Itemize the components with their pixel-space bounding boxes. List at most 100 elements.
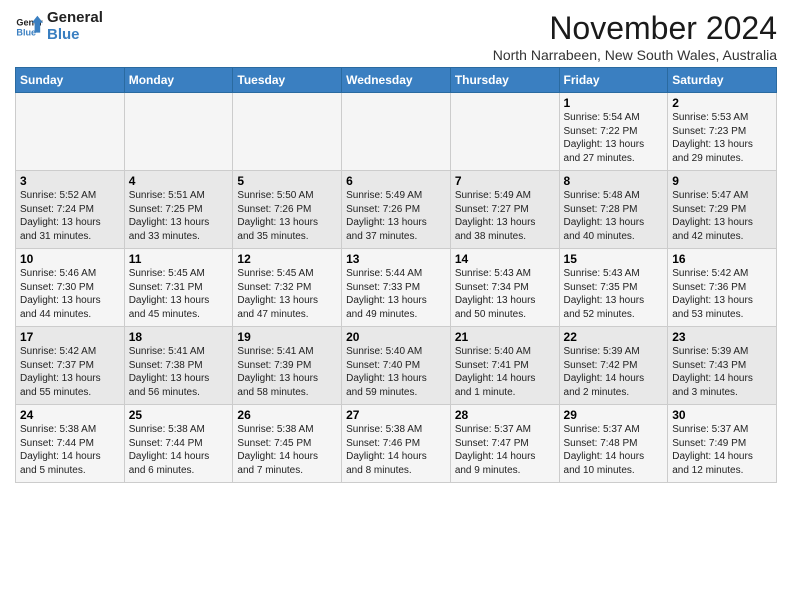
day-number: 30 [672,408,772,422]
week-row-3: 10 Sunrise: 5:46 AM Sunset: 7:30 PM Dayli… [16,249,777,327]
svg-text:Blue: Blue [16,27,36,37]
day-cell-18: 18 Sunrise: 5:41 AM Sunset: 7:38 PM Dayli… [124,327,233,405]
empty-cell [124,93,233,171]
day-number: 16 [672,252,772,266]
empty-cell [16,93,125,171]
day-cell-27: 27Sunrise: 5:38 AM Sunset: 7:46 PM Dayli… [342,405,451,483]
day-number: 29 [564,408,664,422]
day-info: Sunrise: 5:37 AM Sunset: 7:47 PM Dayligh… [455,424,536,476]
week-row-1: 1 Sunrise: 5:54 AM Sunset: 7:22 PM Daylig… [16,93,777,171]
empty-cell [450,93,559,171]
day-cell-11: 11Sunrise: 5:45 AM Sunset: 7:31 PM Dayli… [124,249,233,327]
logo: General Blue General Blue [15,10,103,43]
day-info: Sunrise: 5:52 AM Sunset: 7:24 PM Dayligh… [20,190,101,242]
day-info: Sunrise: 5:51 AM Sunset: 7:25 PM Dayligh… [129,190,210,242]
day-info: Sunrise: 5:44 AM Sunset: 7:33 PM Dayligh… [346,268,427,320]
day-cell-4: 4Sunrise: 5:51 AM Sunset: 7:25 PM Daylig… [124,171,233,249]
day-info: Sunrise: 5:41 AM Sunset: 7:39 PM Dayligh… [237,346,318,398]
calendar-table: SundayMondayTuesdayWednesdayThursdayFrid… [15,67,777,483]
day-number: 8 [564,174,664,188]
day-number: 18 [129,330,229,344]
day-cell-29: 29 Sunrise: 5:37 AM Sunset: 7:48 PM Dayli… [559,405,668,483]
day-cell-23: 23Sunrise: 5:39 AM Sunset: 7:43 PM Dayli… [668,327,777,405]
day-cell-25: 25 Sunrise: 5:38 AM Sunset: 7:44 PM Dayli… [124,405,233,483]
location-title: North Narrabeen, New South Wales, Austra… [493,47,777,63]
day-info: Sunrise: 5:37 AM Sunset: 7:49 PM Dayligh… [672,424,753,476]
day-number: 19 [237,330,337,344]
day-number: 11 [129,252,229,266]
day-number: 20 [346,330,446,344]
empty-cell [342,93,451,171]
day-number: 6 [346,174,446,188]
day-cell-28: 28 Sunrise: 5:37 AM Sunset: 7:47 PM Dayli… [450,405,559,483]
day-info: Sunrise: 5:47 AM Sunset: 7:29 PM Dayligh… [672,190,753,242]
day-number: 2 [672,96,772,110]
week-row-2: 3 Sunrise: 5:52 AM Sunset: 7:24 PM Daylig… [16,171,777,249]
day-number: 13 [346,252,446,266]
weekday-header-wednesday: Wednesday [342,68,451,93]
week-row-4: 17Sunrise: 5:42 AM Sunset: 7:37 PM Dayli… [16,327,777,405]
day-info: Sunrise: 5:49 AM Sunset: 7:27 PM Dayligh… [455,190,536,242]
day-info: Sunrise: 5:40 AM Sunset: 7:40 PM Dayligh… [346,346,427,398]
logo-general: General [47,10,103,27]
day-cell-17: 17Sunrise: 5:42 AM Sunset: 7:37 PM Dayli… [16,327,125,405]
day-number: 7 [455,174,555,188]
day-info: Sunrise: 5:41 AM Sunset: 7:38 PM Dayligh… [129,346,210,398]
day-info: Sunrise: 5:54 AM Sunset: 7:22 PM Dayligh… [564,112,645,164]
day-cell-12: 12 Sunrise: 5:45 AM Sunset: 7:32 PM Dayli… [233,249,342,327]
day-cell-2: 2 Sunrise: 5:53 AM Sunset: 7:23 PM Daylig… [668,93,777,171]
day-number: 22 [564,330,664,344]
title-area: November 2024 North Narrabeen, New South… [493,10,777,63]
day-info: Sunrise: 5:39 AM Sunset: 7:42 PM Dayligh… [564,346,645,398]
day-info: Sunrise: 5:38 AM Sunset: 7:44 PM Dayligh… [129,424,210,476]
day-cell-30: 30 Sunrise: 5:37 AM Sunset: 7:49 PM Dayli… [668,405,777,483]
logo-icon: General Blue [15,13,43,41]
weekday-header-tuesday: Tuesday [233,68,342,93]
day-cell-15: 15 Sunrise: 5:43 AM Sunset: 7:35 PM Dayli… [559,249,668,327]
day-cell-9: 9 Sunrise: 5:47 AM Sunset: 7:29 PM Daylig… [668,171,777,249]
day-info: Sunrise: 5:46 AM Sunset: 7:30 PM Dayligh… [20,268,101,320]
day-number: 28 [455,408,555,422]
day-cell-1: 1 Sunrise: 5:54 AM Sunset: 7:22 PM Daylig… [559,93,668,171]
day-cell-10: 10 Sunrise: 5:46 AM Sunset: 7:30 PM Dayli… [16,249,125,327]
day-info: Sunrise: 5:48 AM Sunset: 7:28 PM Dayligh… [564,190,645,242]
day-info: Sunrise: 5:43 AM Sunset: 7:35 PM Dayligh… [564,268,645,320]
day-info: Sunrise: 5:43 AM Sunset: 7:34 PM Dayligh… [455,268,536,320]
day-info: Sunrise: 5:45 AM Sunset: 7:32 PM Dayligh… [237,268,318,320]
day-number: 3 [20,174,120,188]
weekday-header-monday: Monday [124,68,233,93]
day-number: 17 [20,330,120,344]
day-number: 9 [672,174,772,188]
day-cell-19: 19 Sunrise: 5:41 AM Sunset: 7:39 PM Dayli… [233,327,342,405]
weekday-header-sunday: Sunday [16,68,125,93]
day-cell-7: 7 Sunrise: 5:49 AM Sunset: 7:27 PM Daylig… [450,171,559,249]
day-info: Sunrise: 5:49 AM Sunset: 7:26 PM Dayligh… [346,190,427,242]
day-number: 15 [564,252,664,266]
day-info: Sunrise: 5:40 AM Sunset: 7:41 PM Dayligh… [455,346,536,398]
day-number: 12 [237,252,337,266]
day-info: Sunrise: 5:38 AM Sunset: 7:44 PM Dayligh… [20,424,101,476]
day-info: Sunrise: 5:42 AM Sunset: 7:36 PM Dayligh… [672,268,753,320]
day-info: Sunrise: 5:50 AM Sunset: 7:26 PM Dayligh… [237,190,318,242]
day-cell-5: 5Sunrise: 5:50 AM Sunset: 7:26 PM Daylig… [233,171,342,249]
day-cell-24: 24Sunrise: 5:38 AM Sunset: 7:44 PM Dayli… [16,405,125,483]
day-cell-8: 8 Sunrise: 5:48 AM Sunset: 7:28 PM Daylig… [559,171,668,249]
day-number: 10 [20,252,120,266]
day-info: Sunrise: 5:37 AM Sunset: 7:48 PM Dayligh… [564,424,645,476]
day-info: Sunrise: 5:53 AM Sunset: 7:23 PM Dayligh… [672,112,753,164]
day-cell-6: 6 Sunrise: 5:49 AM Sunset: 7:26 PM Daylig… [342,171,451,249]
day-info: Sunrise: 5:39 AM Sunset: 7:43 PM Dayligh… [672,346,753,398]
weekday-header-thursday: Thursday [450,68,559,93]
day-number: 25 [129,408,229,422]
day-cell-21: 21Sunrise: 5:40 AM Sunset: 7:41 PM Dayli… [450,327,559,405]
day-number: 26 [237,408,337,422]
day-info: Sunrise: 5:38 AM Sunset: 7:45 PM Dayligh… [237,424,318,476]
logo-blue: Blue [47,27,103,44]
week-row-5: 24Sunrise: 5:38 AM Sunset: 7:44 PM Dayli… [16,405,777,483]
day-cell-22: 22 Sunrise: 5:39 AM Sunset: 7:42 PM Dayli… [559,327,668,405]
day-number: 1 [564,96,664,110]
day-cell-13: 13 Sunrise: 5:44 AM Sunset: 7:33 PM Dayli… [342,249,451,327]
weekday-header-friday: Friday [559,68,668,93]
month-title: November 2024 [493,10,777,47]
empty-cell [233,93,342,171]
